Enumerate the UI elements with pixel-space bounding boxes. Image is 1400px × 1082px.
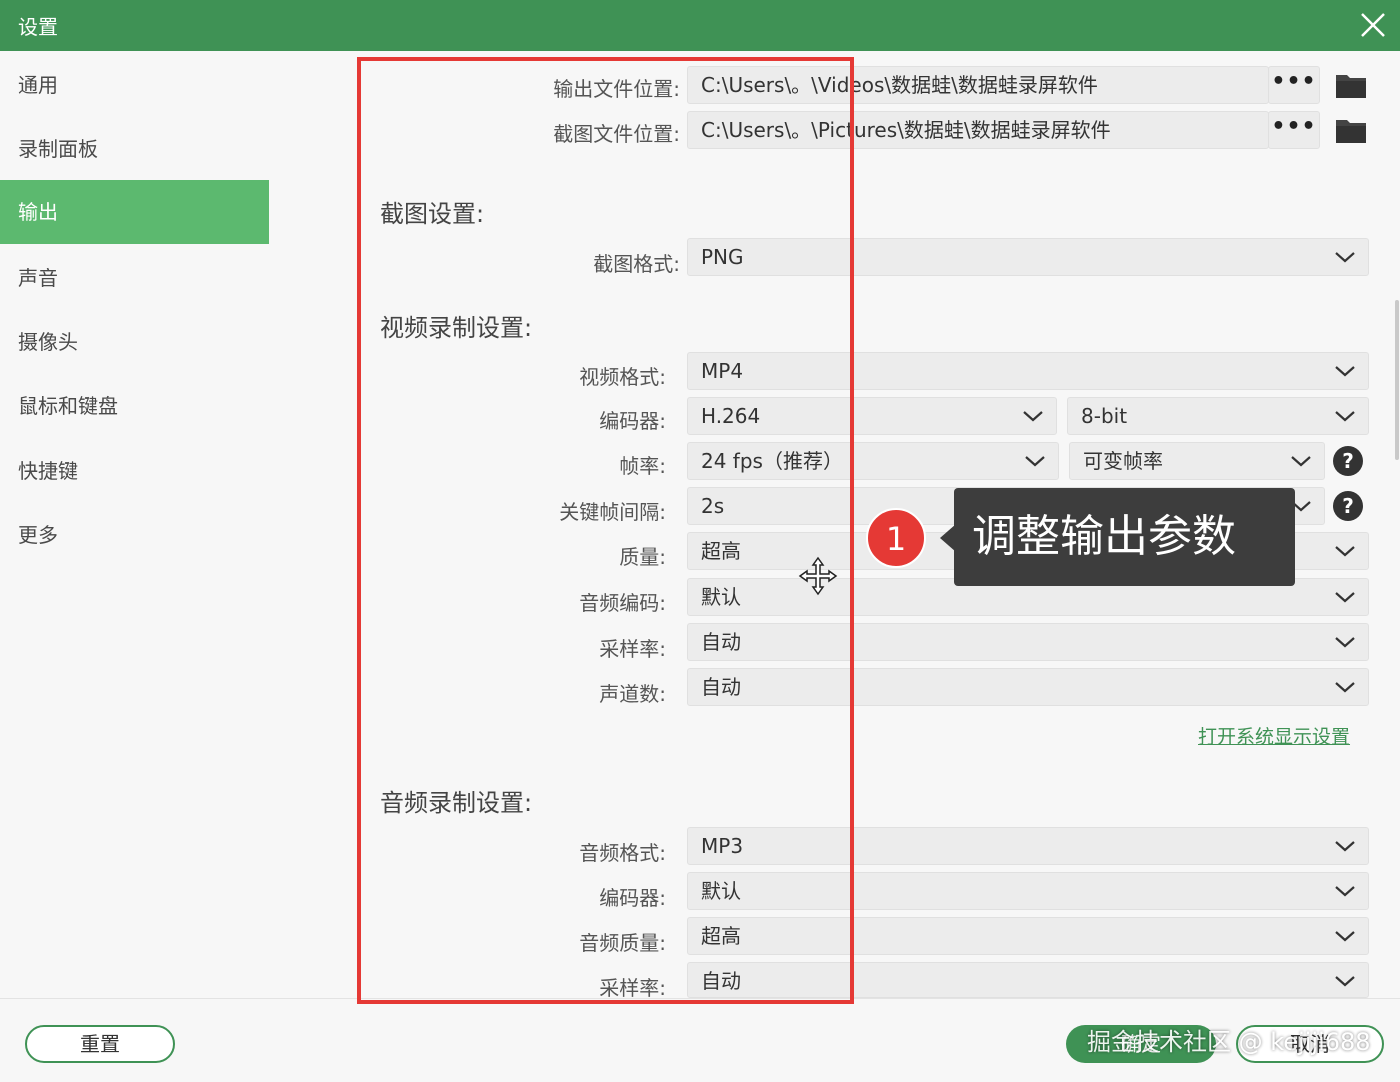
screenshot-path-label: 截图文件位置: bbox=[553, 122, 680, 146]
chevron-down-icon bbox=[1335, 976, 1355, 987]
chevron-down-icon bbox=[1335, 366, 1355, 377]
chevron-down-icon bbox=[1335, 886, 1355, 897]
sidebar-item-hotkeys[interactable]: 快捷键 bbox=[0, 439, 269, 503]
audio-format-value: MP3 bbox=[701, 834, 744, 858]
folder-icon[interactable] bbox=[1335, 116, 1367, 144]
channels-label: 声道数: bbox=[599, 682, 666, 706]
framerate-mode-value: 可变帧率 bbox=[1083, 449, 1163, 473]
sidebar-item-sound[interactable]: 声音 bbox=[0, 246, 269, 310]
framerate-mode-select[interactable]: 可变帧率 bbox=[1069, 442, 1325, 480]
video-settings-title: 视频录制设置: bbox=[380, 314, 533, 342]
move-cursor-icon bbox=[798, 556, 838, 596]
audio-quality-select[interactable]: 超高 bbox=[687, 917, 1369, 955]
bit-depth-select[interactable]: 8-bit bbox=[1067, 397, 1369, 435]
chevron-down-icon bbox=[1335, 411, 1355, 422]
audio-quality-label: 音频质量: bbox=[579, 931, 666, 955]
folder-icon[interactable] bbox=[1335, 71, 1367, 99]
chevron-down-icon bbox=[1023, 411, 1043, 422]
audio-codec-value: 默认 bbox=[701, 585, 741, 609]
chevron-down-icon bbox=[1335, 841, 1355, 852]
sidebar-item-general[interactable]: 通用 bbox=[0, 53, 269, 117]
open-display-settings-link[interactable]: 打开系统显示设置 bbox=[1198, 722, 1350, 749]
framerate-value: 24 fps（推荐） bbox=[701, 449, 843, 473]
channels-select[interactable]: 自动 bbox=[687, 668, 1369, 706]
window-title: 设置 bbox=[18, 15, 58, 39]
help-icon[interactable]: ? bbox=[1333, 446, 1363, 476]
help-icon[interactable]: ? bbox=[1333, 491, 1363, 521]
video-format-label: 视频格式: bbox=[579, 365, 666, 389]
audio-format-select[interactable]: MP3 bbox=[687, 827, 1369, 865]
screenshot-path-browse-button[interactable]: ••• bbox=[1268, 111, 1320, 149]
channels-value: 自动 bbox=[701, 675, 741, 699]
quality-label: 质量: bbox=[619, 545, 666, 569]
audio-sample-rate-value: 自动 bbox=[701, 969, 741, 993]
chevron-down-icon bbox=[1291, 456, 1311, 467]
video-path-browse-button[interactable]: ••• bbox=[1268, 66, 1320, 104]
chevron-down-icon bbox=[1335, 252, 1355, 263]
step-badge: 1 bbox=[866, 508, 926, 568]
close-icon[interactable] bbox=[1356, 8, 1390, 42]
audio-quality-value: 超高 bbox=[701, 924, 741, 948]
keyframe-label: 关键帧间隔: bbox=[559, 500, 666, 524]
chevron-down-icon bbox=[1335, 682, 1355, 693]
video-path-label: 输出文件位置: bbox=[553, 77, 680, 101]
sample-rate-label: 采样率: bbox=[599, 637, 666, 661]
audio-encoder-select[interactable]: 默认 bbox=[687, 872, 1369, 910]
screenshot-path-field[interactable]: C:\Users\。\Pictures\数据蛙\数据蛙录屏软件 bbox=[687, 111, 1269, 149]
chevron-down-icon bbox=[1335, 931, 1355, 942]
audio-codec-label: 音频编码: bbox=[579, 591, 666, 615]
chevron-down-icon bbox=[1335, 546, 1355, 557]
title-bar: 设置 bbox=[0, 0, 1400, 51]
chevron-down-icon bbox=[1335, 592, 1355, 603]
sidebar: 通用 录制面板 输出 声音 摄像头 鼠标和键盘 快捷键 更多 bbox=[0, 51, 269, 998]
screenshot-format-select[interactable]: PNG bbox=[687, 238, 1369, 276]
chevron-down-icon bbox=[1335, 637, 1355, 648]
audio-sample-rate-label: 采样率: bbox=[599, 976, 666, 1000]
sample-rate-select[interactable]: 自动 bbox=[687, 623, 1369, 661]
sample-rate-value: 自动 bbox=[701, 630, 741, 654]
screenshot-settings-title: 截图设置: bbox=[380, 200, 485, 228]
bit-depth-value: 8-bit bbox=[1081, 404, 1128, 428]
sidebar-item-more[interactable]: 更多 bbox=[0, 503, 269, 567]
screenshot-format-value: PNG bbox=[701, 245, 744, 269]
video-encoder-value: H.264 bbox=[701, 404, 761, 428]
framerate-label: 帧率: bbox=[619, 454, 666, 478]
sidebar-item-output[interactable]: 输出 bbox=[0, 180, 269, 244]
audio-format-label: 音频格式: bbox=[579, 841, 666, 865]
audio-encoder-label: 编码器: bbox=[599, 886, 666, 910]
watermark: 掘金技术社区 @ kejiji688 bbox=[1087, 1028, 1371, 1056]
video-path-field[interactable]: C:\Users\。\Videos\数据蛙\数据蛙录屏软件 bbox=[687, 66, 1269, 104]
quality-value: 超高 bbox=[701, 539, 741, 563]
video-format-select[interactable]: MP4 bbox=[687, 352, 1369, 390]
audio-encoder-value: 默认 bbox=[701, 879, 741, 903]
sidebar-item-camera[interactable]: 摄像头 bbox=[0, 310, 269, 374]
scrollbar-thumb[interactable] bbox=[1395, 300, 1399, 460]
video-encoder-label: 编码器: bbox=[599, 409, 666, 433]
video-encoder-select[interactable]: H.264 bbox=[687, 397, 1057, 435]
sidebar-item-recording-panel[interactable]: 录制面板 bbox=[0, 117, 269, 181]
keyframe-value: 2s bbox=[701, 494, 725, 518]
screenshot-format-label: 截图格式: bbox=[593, 252, 680, 276]
callout-label: 调整输出参数 bbox=[954, 488, 1295, 586]
audio-sample-rate-select[interactable]: 自动 bbox=[687, 962, 1369, 998]
reset-button[interactable]: 重置 bbox=[25, 1025, 175, 1063]
audio-settings-title: 音频录制设置: bbox=[380, 789, 533, 817]
chevron-down-icon bbox=[1025, 456, 1045, 467]
video-format-value: MP4 bbox=[701, 359, 744, 383]
sidebar-item-mouse-keyboard[interactable]: 鼠标和键盘 bbox=[0, 374, 269, 438]
framerate-select[interactable]: 24 fps（推荐） bbox=[687, 442, 1059, 480]
